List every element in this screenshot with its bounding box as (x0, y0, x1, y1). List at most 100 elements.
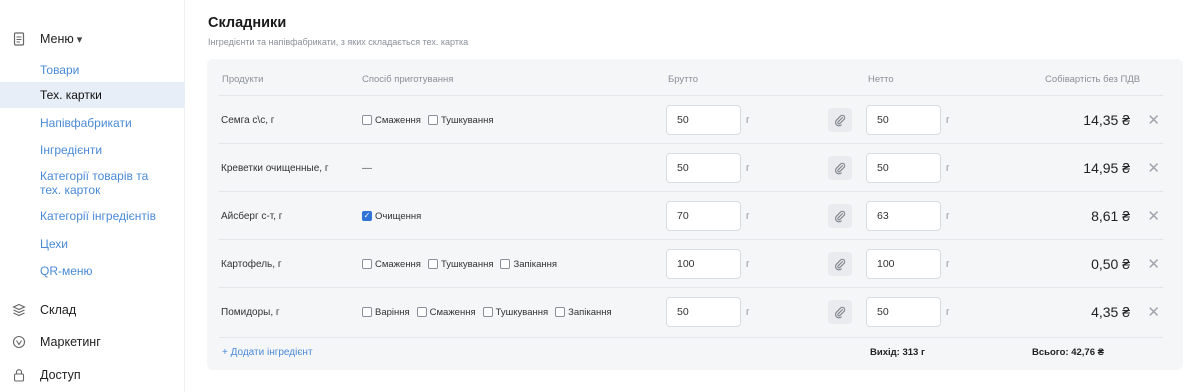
cooking-methods: — (362, 144, 372, 192)
cost-value: 14,35 ₴ (1083, 112, 1130, 128)
product-name: Картофель, г (221, 258, 282, 270)
paperclip-icon[interactable] (828, 156, 852, 180)
checkbox-icon[interactable] (555, 307, 566, 317)
close-icon[interactable]: ✕ (1147, 288, 1160, 336)
main-content: Складники Інгредієнти та напівфабрикати,… (207, 0, 1200, 392)
sidebar-item-ingredients[interactable]: Інгредієнти (0, 140, 185, 160)
gross-input[interactable]: 100 (666, 249, 741, 279)
checkbox-icon[interactable] (427, 259, 438, 269)
method-checkbox[interactable]: Смаження (362, 259, 421, 270)
close-icon[interactable]: ✕ (1147, 96, 1160, 144)
method-checkbox[interactable]: Запікання (500, 259, 557, 270)
method-label: Очищення (375, 210, 422, 222)
method-checkbox[interactable]: Смаження (362, 115, 421, 126)
paperclip-icon[interactable] (828, 252, 852, 276)
ingredients-panel: Продукти Спосіб приготування Брутто Нетт… (207, 59, 1183, 370)
sidebar-section-label: Доступ (40, 368, 81, 382)
sidebar-section-menu[interactable]: Меню ▾ (0, 26, 185, 52)
gross-unit: г (746, 306, 750, 318)
column-header-products: Продукти (222, 74, 264, 85)
paperclip-icon[interactable] (828, 108, 852, 132)
table-row: Картофель, г Смаження Тушкування Запікання 1… (219, 239, 1163, 287)
gross-input[interactable]: 50 (666, 297, 741, 327)
product-name: Семга с\с, г (221, 114, 275, 126)
checkbox-icon[interactable]: ✓ (362, 211, 372, 221)
net-unit: г (946, 114, 950, 126)
checkbox-icon[interactable] (362, 259, 372, 269)
cost-total: Всього: 42,76 ₴ (1032, 346, 1104, 358)
sidebar-section-access[interactable]: Доступ (0, 362, 185, 388)
checkbox-icon[interactable] (362, 307, 372, 317)
net-input[interactable]: 50 (866, 297, 941, 327)
checkbox-icon[interactable] (416, 307, 427, 317)
method-checkbox[interactable]: Тушкування (482, 306, 549, 318)
checkbox-icon[interactable] (362, 115, 372, 125)
cooking-methods: Смаження Тушкування Запікання (362, 240, 564, 288)
net-input[interactable]: 63 (866, 201, 941, 231)
section-title: Складники (208, 15, 287, 31)
net-input[interactable]: 50 (866, 105, 941, 135)
sidebar-item-product-categories[interactable]: Категорії товарів та тех. карток (0, 166, 185, 200)
column-header-net: Нетто (868, 74, 894, 85)
column-header-cost: Собівартість без ПДВ (1045, 74, 1141, 85)
method-checkbox[interactable]: Тушкування (427, 114, 494, 126)
close-icon[interactable]: ✕ (1147, 144, 1160, 192)
sidebar-section-marketing[interactable]: Маркетинг (0, 329, 185, 355)
gross-input[interactable]: 70 (666, 201, 741, 231)
method-label: Смаження (375, 114, 421, 126)
method-checkbox[interactable]: ✓ Очищення (362, 211, 421, 222)
document-icon (12, 32, 26, 46)
close-icon[interactable]: ✕ (1147, 240, 1160, 288)
sidebar-section-warehouse[interactable]: Склад (0, 297, 185, 323)
sidebar-item-label: Цехи (40, 237, 68, 251)
gross-input[interactable]: 50 (666, 153, 741, 183)
cost-value: 0,50 ₴ (1091, 256, 1130, 272)
method-checkbox[interactable]: Тушкування (427, 258, 494, 270)
sidebar-item-label: QR-меню (40, 264, 93, 278)
close-icon[interactable]: ✕ (1147, 192, 1160, 240)
method-label: Запікання (513, 258, 558, 270)
sidebar-item-qr-menu[interactable]: QR-меню (0, 261, 185, 281)
layers-icon (12, 303, 26, 317)
gross-input[interactable]: 50 (666, 105, 741, 135)
sidebar-item-label: Тех. картки (40, 88, 102, 102)
checkbox-icon[interactable] (500, 259, 511, 269)
method-checkbox[interactable]: Запікання (555, 307, 612, 318)
method-checkbox[interactable]: Смаження (416, 306, 476, 318)
sidebar-item-workshops[interactable]: Цехи (0, 234, 185, 254)
net-unit: г (946, 210, 950, 222)
sidebar-item-label: Категорії інгредієнтів (40, 209, 156, 223)
table-row: Помидоры, г Варіння Смаження Тушкування Запі… (219, 287, 1163, 335)
method-label: Тушкування (495, 306, 549, 318)
sidebar-item-label: Товари (40, 63, 80, 77)
gross-unit: г (746, 114, 750, 126)
chevron-down-icon: ▾ (76, 33, 83, 46)
section-subtitle: Інгредієнти та напівфабрикати, з яких ск… (208, 37, 469, 47)
sidebar-item-tech-cards[interactable]: Тех. картки (0, 82, 185, 108)
method-label: Тушкування (440, 258, 494, 270)
paperclip-icon[interactable] (828, 300, 852, 324)
method-label: Смаження (429, 306, 476, 318)
column-header-method: Спосіб приготування (362, 74, 454, 85)
net-input[interactable]: 100 (866, 249, 941, 279)
method-label: Тушкування (440, 114, 494, 126)
method-checkbox[interactable]: Варіння (362, 307, 410, 318)
sidebar-section-label: Маркетинг (40, 335, 101, 349)
checkbox-icon[interactable] (482, 307, 493, 317)
column-header-gross: Брутто (668, 74, 699, 85)
sidebar-section-label: Склад (40, 303, 77, 317)
add-ingredient-link[interactable]: + Додати інгредієнт (222, 338, 313, 366)
product-name: Креветки очищенные, г (221, 162, 329, 174)
net-input[interactable]: 50 (866, 153, 941, 183)
no-method: — (362, 162, 372, 174)
sidebar-item-label: Інгредієнти (40, 143, 103, 157)
sidebar-item-semi-finished[interactable]: Напівфабрикати (0, 113, 185, 133)
method-label: Запікання (568, 306, 612, 318)
table-row: Семга с\с, г Смаження Тушкування 50 г 50 г 14,3… (219, 95, 1163, 143)
sidebar-item-ingredient-categories[interactable]: Категорії інгредієнтів (0, 206, 185, 226)
gross-unit: г (746, 210, 750, 222)
sidebar-item-products[interactable]: Товари (0, 60, 185, 80)
sidebar-item-label: Напівфабрикати (40, 116, 132, 130)
paperclip-icon[interactable] (828, 204, 852, 228)
checkbox-icon[interactable] (427, 115, 438, 125)
